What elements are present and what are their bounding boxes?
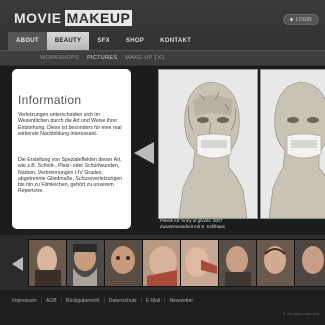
user-icon: [290, 18, 293, 22]
subnav-item-makeup-1x1[interactable]: MAKE-UP 1X1: [125, 51, 165, 65]
photo-caption-line-2: Zusammenarbeit mit S. Kohlhaas: [160, 223, 225, 229]
footer-link-agb[interactable]: AGB: [46, 298, 57, 304]
login-button[interactable]: LOGIN: [283, 14, 319, 25]
thumbnail-1[interactable]: [28, 239, 67, 287]
info-paragraph-2: Die Erstellung von Spezialeffekten diese…: [18, 157, 123, 195]
info-paragraph-1: Verletzungen unterscheiden sich im Wesen…: [18, 112, 122, 137]
page: MOVIE MAKEUP MÜNCHEN LOGIN ABOUT BEAUTY …: [0, 0, 325, 325]
thumbnail-5[interactable]: [180, 239, 219, 287]
main-nav: ABOUT BEAUTY SFX SHOP KONTAKT: [8, 32, 199, 50]
footer-link-email[interactable]: E-Mail: [146, 298, 160, 304]
thumbnail-strip: [0, 235, 325, 290]
login-label: LOGIN: [296, 17, 312, 23]
sfx-photo-main[interactable]: [158, 69, 258, 219]
footer-separator: |: [60, 298, 62, 304]
footer: Impressum | AGB | Rückgaberecht | Datenschu…: [0, 290, 325, 325]
footer-separator: |: [164, 298, 166, 304]
thumbnails-previous-arrow-icon[interactable]: [12, 257, 23, 271]
footer-link-impressum[interactable]: Impressum: [12, 298, 37, 304]
info-panel: Information Verletzungen unterscheiden s…: [12, 69, 131, 229]
info-title: Information: [18, 93, 82, 107]
photo-caption: Plastik für 'Army of ghosts' 2007 Zusamm…: [160, 218, 270, 229]
subnav-item-pictures[interactable]: PICTURES: [87, 51, 117, 65]
thumbnail-4[interactable]: [142, 239, 181, 287]
footer-separator: |: [40, 298, 43, 304]
nav-item-beauty[interactable]: BEAUTY: [46, 32, 90, 50]
footer-separator: |: [140, 298, 142, 304]
subnav-item-workshops[interactable]: WORKSHOPS: [40, 51, 79, 65]
nav-item-shop[interactable]: SHOP: [118, 32, 152, 50]
footer-link-datenschutz[interactable]: Datenschutz: [109, 298, 137, 304]
footer-link-rueckgaberecht[interactable]: Rückgaberecht: [66, 298, 100, 304]
sfx-photo-secondary[interactable]: [260, 69, 325, 219]
thumbnail-6[interactable]: [218, 239, 257, 287]
footer-links: Impressum | AGB | Rückgaberecht | Datenschu…: [12, 298, 197, 304]
nav-item-kontakt[interactable]: KONTAKT: [152, 32, 199, 50]
previous-image-arrow-icon[interactable]: [134, 142, 154, 164]
footer-separator: |: [103, 298, 105, 304]
brand-name-left: MOVIE: [14, 10, 62, 26]
copyright: © All rights reserved: [283, 311, 319, 316]
brand-city: MÜNCHEN: [72, 17, 100, 22]
thumbnail-3[interactable]: [104, 239, 143, 287]
footer-link-newsletter[interactable]: Newsletter: [169, 298, 193, 304]
nav-item-about[interactable]: ABOUT: [8, 32, 47, 50]
thumbnail-2[interactable]: [66, 239, 105, 287]
thumbnail-7[interactable]: [256, 239, 295, 287]
nav-item-sfx[interactable]: SFX: [89, 32, 118, 50]
thumbnail-8[interactable]: [294, 239, 325, 287]
sub-nav: WORKSHOPS PICTURES MAKE-UP 1X1: [0, 50, 325, 65]
main-content: Information Verletzungen unterscheiden s…: [0, 66, 325, 241]
